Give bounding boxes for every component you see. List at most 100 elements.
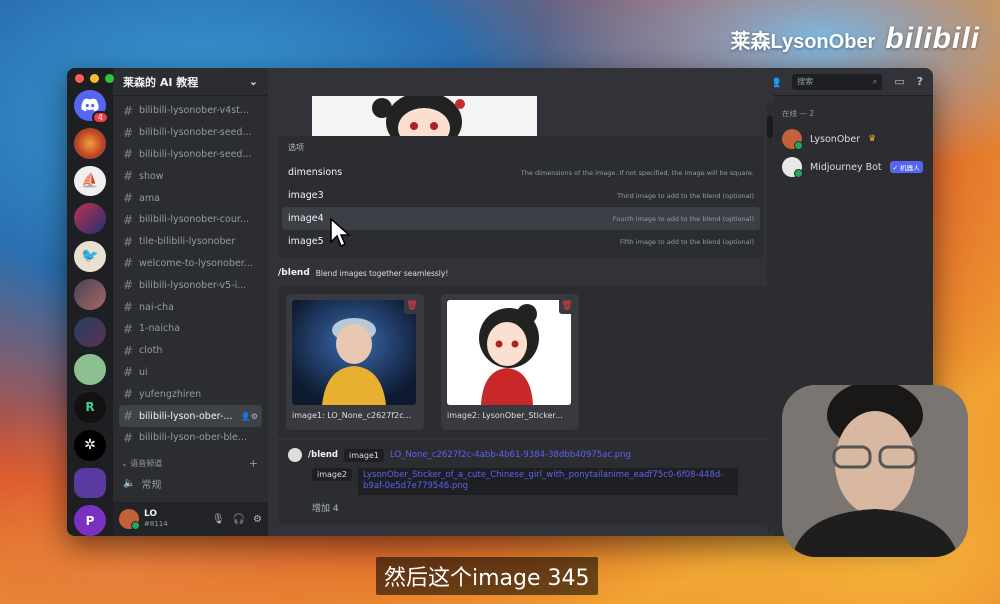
channel-item[interactable]: # ama (119, 187, 262, 209)
r-logo-icon: R (85, 400, 95, 415)
attachment-card[interactable]: image1: LO_None_c2627f2c... 🗑 (286, 294, 424, 430)
channel-item[interactable]: # tile-bilibili-lysonober (119, 231, 262, 253)
channel-item[interactable]: # bilibili-lysonober-seed... (119, 122, 262, 144)
server-icon[interactable] (74, 354, 106, 385)
add-channel-icon[interactable]: + (249, 457, 258, 470)
close-window-button[interactable] (75, 74, 84, 83)
hash-icon: # (123, 191, 134, 206)
command-description: Blend images together seamlessly! (315, 268, 449, 278)
bilibili-logo: bilibili (885, 22, 980, 55)
hash-icon: # (123, 343, 134, 358)
hash-icon: # (123, 365, 134, 380)
p-logo-icon: P (85, 513, 95, 528)
scrollbar-thumb[interactable] (767, 116, 773, 138)
window-controls (75, 74, 114, 83)
option-image4[interactable]: image4 Fourth image to add to the blend … (282, 207, 760, 230)
channel-item[interactable]: # bilibili-lysonober-v4st... (119, 100, 262, 122)
message-image[interactable] (312, 96, 537, 136)
attachment-name: image2: LysonOber_Sticker... (447, 411, 563, 420)
channel-item[interactable]: # yufengzhiren (119, 383, 262, 405)
members-online-header: 在线 — 2 (782, 109, 815, 118)
server-name: 莱森的 AI 教程 (123, 75, 199, 89)
hash-icon: # (123, 430, 134, 445)
channel-item[interactable]: # show (119, 165, 262, 187)
option-dimensions[interactable]: dimensions The dimensions of the image. … (282, 161, 760, 184)
channel-item[interactable]: # ui (119, 362, 262, 384)
command-header: /blend Blend images together seamlessly! (278, 264, 768, 282)
openai-logo-icon: ✲ (84, 437, 96, 454)
delete-attachment-button[interactable]: 🗑 (404, 298, 420, 314)
channel-item[interactable]: # welcome-to-lysonober... (119, 253, 262, 275)
option-image5[interactable]: image5 Fifth image to add to the blend (… (282, 230, 760, 253)
option-label-image1[interactable]: image1 (344, 448, 385, 462)
hash-icon: # (123, 300, 134, 315)
chevron-down-icon: ⌄ (121, 458, 131, 468)
server-icon[interactable] (74, 203, 106, 234)
mouse-cursor-icon (330, 217, 352, 252)
server-icon[interactable]: 🐦 (74, 241, 106, 272)
channel-item[interactable]: #1-naicha (119, 318, 262, 340)
channel-item[interactable]: # cloth (119, 340, 262, 362)
option-image3[interactable]: image3 Third image to add to the blend (… (282, 184, 760, 207)
server-icon[interactable]: R (74, 392, 106, 423)
search-input[interactable]: 搜索 ⌕ (792, 73, 883, 90)
microphone-icon[interactable]: 🎙 (212, 514, 225, 525)
chat-scrollbar[interactable] (767, 102, 773, 532)
user-tag: #8114 (144, 519, 168, 528)
avatar[interactable] (119, 509, 140, 530)
server-icon[interactable]: ✲ (74, 429, 106, 461)
hash-icon: # (123, 147, 134, 162)
member-item[interactable]: LysonOber ♛ (782, 125, 925, 153)
channel-item[interactable]: # bilibili-lyson-ober-ble... (119, 427, 262, 449)
hash-icon: # (123, 103, 134, 118)
inbox-icon[interactable]: ▭ (894, 75, 904, 88)
delete-attachment-button[interactable]: 🗑 (559, 298, 575, 314)
attachment-name: image1: LO_None_c2627f2c... (292, 411, 412, 420)
hash-icon: # (123, 212, 134, 227)
hash-icon: # (123, 234, 134, 249)
channel-item[interactable]: # bilibili-lysonober-seed... (119, 144, 262, 166)
server-icon[interactable] (74, 127, 106, 159)
channel-item-active[interactable]: # bilibili-lyson-ober-... 👤⚙ (119, 405, 262, 427)
trash-icon: 🗑 (561, 301, 573, 311)
video-subtitle: 然后这个image 345 (376, 557, 598, 595)
minimize-window-button[interactable] (90, 74, 99, 83)
user-name: LO (144, 509, 158, 520)
direct-messages-button[interactable]: 4 (74, 90, 109, 124)
server-icon[interactable]: ⛵ (74, 165, 106, 197)
voice-channel-item[interactable]: 🔈 常规 (119, 472, 262, 495)
gear-icon[interactable]: ⚙ (253, 514, 262, 525)
webcam-overlay (782, 385, 968, 557)
command-name: /blend (278, 268, 310, 278)
server-icon[interactable] (74, 316, 106, 348)
attachments-area: image1: LO_None_c2627f2c... 🗑 image2: Ly… (278, 286, 768, 438)
attachment-card[interactable]: image2: LysonOber_Sticker... 🗑 (441, 294, 579, 430)
message-composer[interactable]: /blend image1 LO_None_c2627f2c-4abb-4b61… (278, 440, 768, 524)
channel-settings-icons[interactable]: 👤⚙ (241, 412, 258, 421)
hash-icon: # (123, 321, 134, 336)
option-label-image2[interactable]: image2 (312, 468, 353, 481)
avatar (782, 129, 803, 150)
composer-command: /blend (308, 450, 339, 460)
channel-item[interactable]: # nai-cha (119, 296, 262, 318)
search-icon: ⌕ (872, 76, 878, 86)
add-more-options[interactable]: 增加 4 (312, 501, 758, 514)
hash-icon: # (123, 125, 134, 140)
avatar (782, 157, 803, 178)
server-icon[interactable] (74, 467, 106, 499)
server-list: 4 ⛵ 🐦 R ✲ P (67, 68, 113, 536)
server-icon[interactable]: P (74, 505, 106, 536)
channel-item[interactable]: # bilibili-lysonober-v5-i... (119, 274, 262, 296)
headphones-icon[interactable]: 🎧 (233, 514, 245, 525)
option-value-image2[interactable]: LysonOber_Sticker_of_a_cute_Chinese_girl… (358, 468, 739, 495)
voice-category[interactable]: ⌄ 语音频道 + (119, 449, 262, 472)
help-icon[interactable]: ? (917, 75, 923, 88)
member-item[interactable]: Midjourney Bot ✓ 机器人 (782, 153, 925, 181)
option-value-image1[interactable]: LO_None_c2627f2c-4abb-4b61-9384-38dbb409… (390, 450, 631, 460)
maximize-window-button[interactable] (105, 74, 114, 83)
server-header[interactable]: 莱森的 AI 教程 ⌄ (113, 68, 268, 96)
channel-item[interactable]: # bilibili-lysonober-cour... (119, 209, 262, 231)
bird-icon: 🐦 (81, 248, 99, 265)
server-icon[interactable] (74, 278, 106, 310)
hash-icon: # (123, 169, 134, 184)
